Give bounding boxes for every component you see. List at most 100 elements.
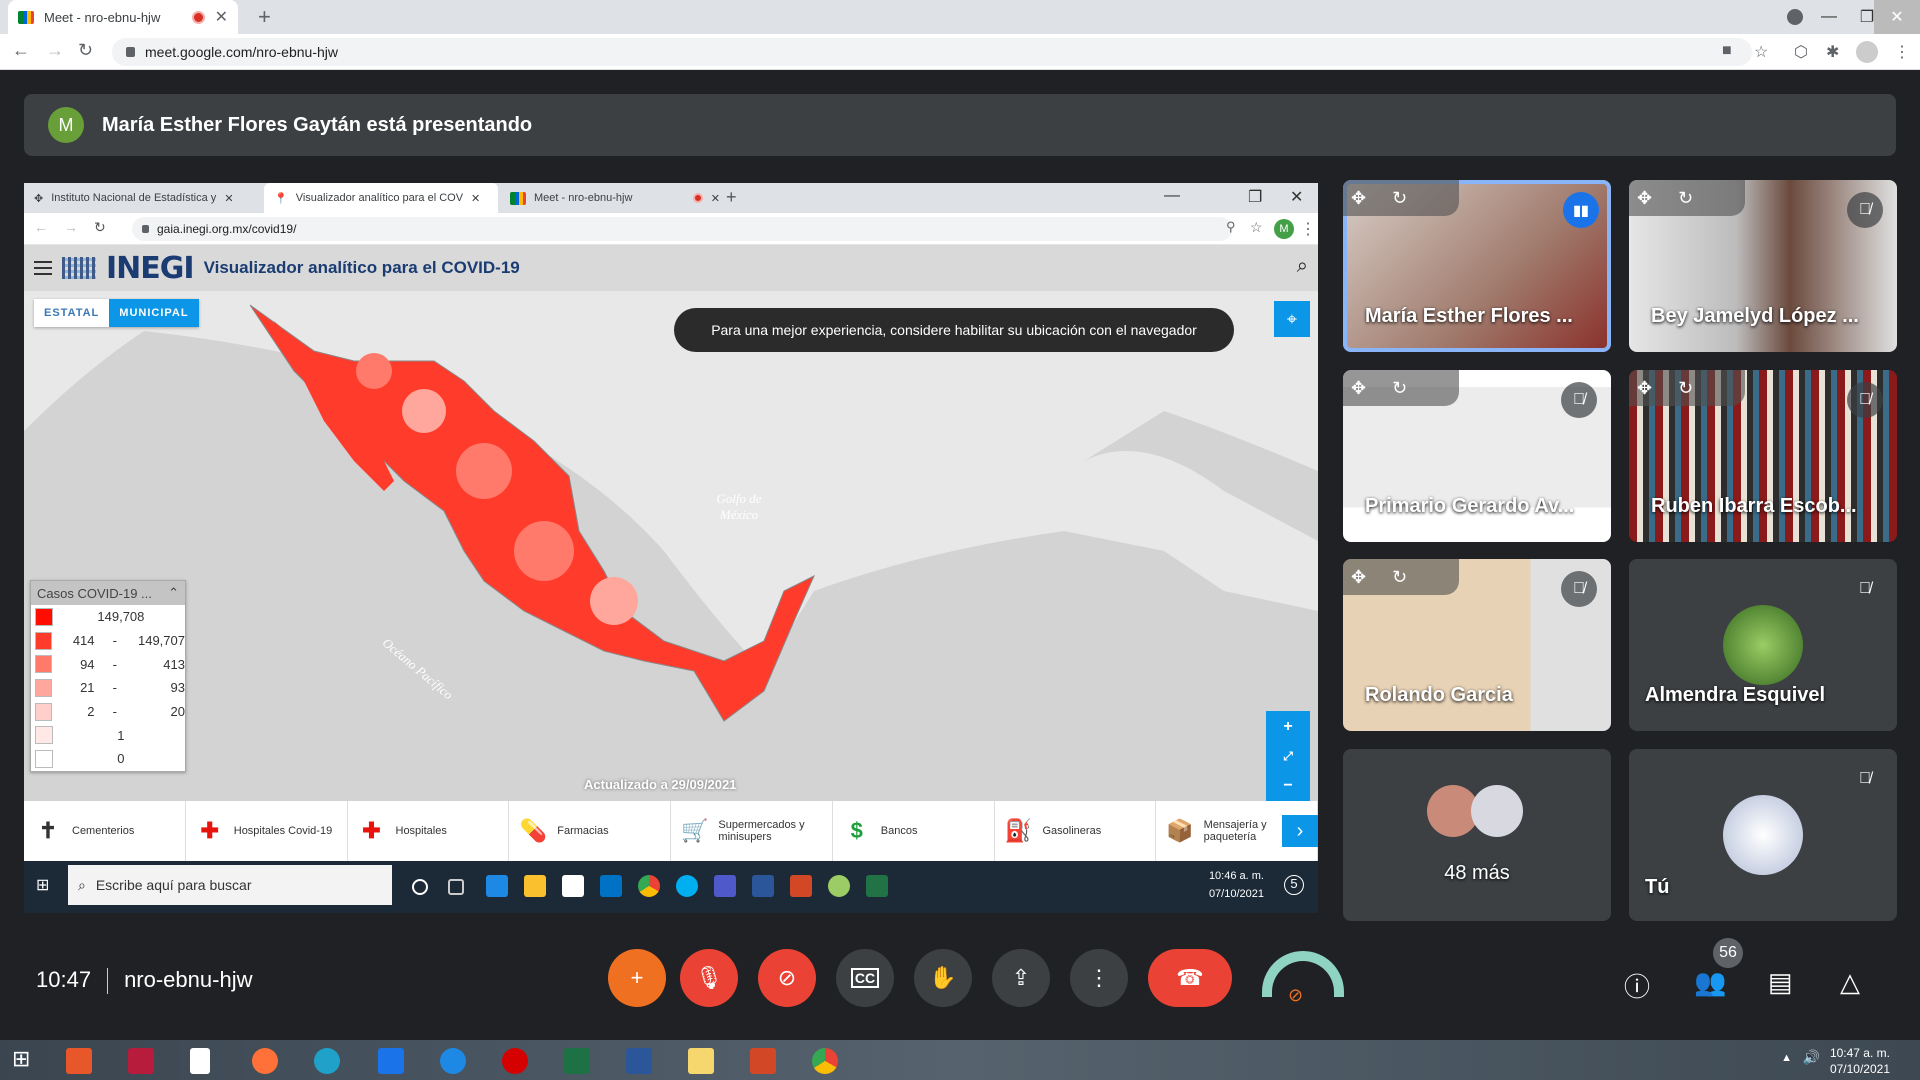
region-shade: [356, 353, 392, 389]
location-toast: Para una mejor experiencia, considere ha…: [674, 308, 1234, 352]
shared-clock: 10:46 a. m. 07/10/2021: [1209, 867, 1264, 903]
people-icon[interactable]: 👥: [1694, 967, 1726, 998]
legend-dash: -: [112, 704, 117, 720]
covid-hospital-icon: ✚: [200, 818, 219, 843]
firefox-icon[interactable]: [252, 1048, 278, 1074]
meeting-details-icon[interactable]: ⓘ: [1624, 967, 1650, 1004]
participant-tile-primario[interactable]: ✥ ↻ 🎙̸ Primario Gerardo Av...: [1343, 370, 1611, 542]
word-icon[interactable]: [626, 1048, 652, 1074]
edge-icon[interactable]: [314, 1048, 340, 1074]
opera-icon[interactable]: [502, 1048, 528, 1074]
url-text: meet.google.com/nro-ebnu-hjw: [145, 44, 338, 60]
chrome-icon[interactable]: [812, 1048, 838, 1074]
powerpoint-icon[interactable]: [750, 1048, 776, 1074]
meeting-code: nro-ebnu-hjw: [124, 967, 253, 992]
move-icon[interactable]: ✥: [1351, 567, 1366, 588]
back-icon: ←: [34, 219, 48, 235]
close-window-button[interactable]: ✕: [1874, 0, 1920, 34]
cc-icon: CC: [850, 968, 880, 988]
move-icon[interactable]: ✥: [1351, 378, 1366, 399]
legend-rows: 149,708 414 - 149,707 94 - 413 21 - 93 2 - 20 1 0: [31, 605, 185, 771]
raise-hand-button[interactable]: ✋: [914, 949, 972, 1007]
participant-tile-almendra[interactable]: 🎙̸ Almendra Esquivel: [1629, 559, 1897, 731]
hand-icon: ✋: [929, 965, 957, 990]
legend-row: 414 - 149,707: [31, 629, 185, 653]
camera-icon[interactable]: ■: [1722, 42, 1732, 60]
participant-tile-maria[interactable]: ✥ ↻ ▮▮ María Esther Flores ...: [1343, 180, 1611, 352]
camera-off-icon: ⊘: [777, 965, 797, 990]
legend-value: 1: [117, 727, 125, 743]
move-icon[interactable]: ✥: [1637, 188, 1652, 209]
location-blocked-icon: ⚲: [1226, 219, 1236, 234]
refresh-icon[interactable]: ↻: [1392, 188, 1407, 209]
refresh-icon[interactable]: ↻: [1678, 188, 1693, 209]
present-button[interactable]: ⇪: [992, 949, 1050, 1007]
new-tab-button[interactable]: +: [258, 4, 271, 30]
refresh-icon[interactable]: ↻: [1678, 378, 1693, 399]
updated-label: Actualizado a 29/09/2021: [584, 777, 737, 792]
windows-start-icon[interactable]: ⊞: [12, 1046, 30, 1072]
chrome-menu-icon[interactable]: ⋮: [1894, 42, 1910, 62]
restore-icon: ❐: [1248, 189, 1263, 206]
add-reaction-button[interactable]: +: [608, 949, 666, 1007]
shared-screen: ✥ Instituto Nacional de Estadística y ✕ …: [24, 183, 1318, 913]
shared-date: 07/10/2021: [1208, 888, 1264, 900]
inegi-header: INEGI Visualizador analítico para el COV…: [24, 245, 1318, 291]
extensions-puzzle-icon[interactable]: ✱: [1826, 42, 1839, 62]
profile-avatar[interactable]: [1856, 41, 1878, 63]
forward-icon[interactable]: →: [46, 40, 64, 61]
participant-tile-self[interactable]: 🎙̸ Tú: [1629, 749, 1897, 921]
new-tab-icon: +: [726, 187, 737, 207]
chat-icon[interactable]: ▤: [1768, 967, 1793, 998]
scanner-app-icon[interactable]: [378, 1048, 404, 1074]
address-bar[interactable]: meet.google.com/nro-ebnu-hjw: [112, 38, 1752, 66]
participant-tile-ruben[interactable]: ✥ ↻ 🎙̸ Ruben Ibarra Escob...: [1629, 370, 1897, 542]
reload-icon[interactable]: ↻: [78, 40, 93, 61]
file-explorer-icon[interactable]: [688, 1048, 714, 1074]
participant-tile-bey[interactable]: ✥ ↻ 🎙̸ Bey Jamelyd López ...: [1629, 180, 1897, 352]
math-app-icon[interactable]: [128, 1048, 154, 1074]
windows-clock[interactable]: 10:47 a. m. 07/10/2021: [1830, 1045, 1890, 1077]
internet-explorer-icon[interactable]: [440, 1048, 466, 1074]
bookmark-star-icon[interactable]: ☆: [1754, 42, 1768, 62]
blank-document-icon[interactable]: [190, 1048, 210, 1074]
back-icon[interactable]: ←: [12, 40, 30, 61]
notifications-badge: 5: [1284, 875, 1304, 895]
browser-tab-meet[interactable]: Meet - nro-ebnu-hjw ✕: [8, 0, 238, 34]
presenting-banner: M María Esther Flores Gaytán está presen…: [24, 94, 1896, 156]
move-icon[interactable]: ✥: [1351, 188, 1366, 209]
excel-icon: [866, 875, 888, 897]
captions-button[interactable]: CC: [836, 949, 894, 1007]
legend-title: Casos COVID-19 ...: [37, 585, 152, 601]
windows-date: 07/10/2021: [1829, 1062, 1890, 1076]
category-hospital: ✚ Hospitales: [348, 801, 510, 861]
mic-off-icon: 🎙: [695, 965, 723, 990]
activities-icon[interactable]: △: [1840, 967, 1860, 998]
level-toggle: ESTATAL MUNICIPAL: [34, 299, 199, 327]
more-participants-label: 48 más: [1444, 862, 1510, 884]
refresh-icon[interactable]: ↻: [1392, 567, 1407, 588]
tile-controls: ✥ ↻: [1343, 180, 1459, 216]
mic-muted-icon: 🎙̸: [1847, 382, 1883, 418]
move-icon[interactable]: ✥: [1637, 378, 1652, 399]
photos-app-icon[interactable]: [66, 1048, 92, 1074]
participant-name: Almendra Esquivel: [1645, 684, 1826, 706]
excel-icon[interactable]: [564, 1048, 590, 1074]
tray-chevron-icon[interactable]: ▲: [1781, 1052, 1792, 1064]
windows-taskbar: ⊞ ▲ 🔊 10:47 a. m. 07/10/2021: [0, 1040, 1920, 1080]
more-options-button[interactable]: ⋮: [1070, 949, 1128, 1007]
legend-row: 2 - 20: [31, 700, 185, 724]
participant-name: Ruben Ibarra Escob...: [1651, 495, 1857, 517]
move-icon[interactable]: ✥: [34, 192, 43, 205]
mic-toggle-button[interactable]: 🎙: [680, 949, 738, 1007]
close-tab-icon[interactable]: ✕: [215, 7, 228, 27]
recording-icon: [692, 193, 703, 203]
refresh-icon[interactable]: ↻: [1392, 378, 1407, 399]
leave-call-button[interactable]: ☎: [1148, 949, 1232, 1007]
participant-tile-rolando[interactable]: ✥ ↻ 🎙̸ Rolando Garcia: [1343, 559, 1611, 731]
participant-tile-others[interactable]: 48 más: [1343, 749, 1611, 921]
volume-icon[interactable]: 🔊: [1803, 1049, 1820, 1066]
extension-box-icon[interactable]: ⬡: [1794, 42, 1808, 62]
legend-header: Casos COVID-19 ... ⌃: [31, 581, 185, 605]
camera-toggle-button[interactable]: ⊘: [758, 949, 816, 1007]
